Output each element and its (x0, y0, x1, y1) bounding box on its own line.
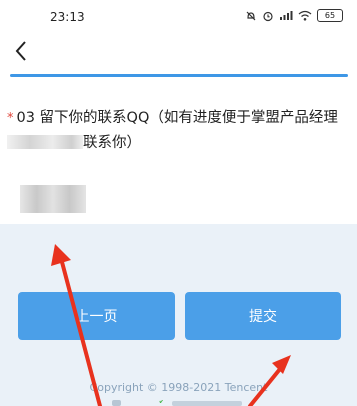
alarm-icon (263, 11, 273, 21)
question-text: * 03 留下你的联系QQ（如有进度便于掌盟产品经理联系你） (7, 106, 345, 155)
progress-accent-line (10, 74, 348, 77)
copyright-text: Copyright © 1998-2021 Tencent (89, 381, 268, 394)
signal-icon (280, 11, 293, 20)
footer-link (172, 401, 242, 406)
wifi-icon (298, 10, 312, 21)
question-text-after: 联系你） (83, 135, 141, 151)
status-icons: 65 (245, 9, 343, 22)
footer-partial: ✓ (0, 400, 357, 406)
submit-button[interactable]: 提交 (185, 292, 341, 340)
status-bar: 23:13 65 (0, 0, 357, 34)
back-button[interactable] (8, 36, 36, 66)
prev-page-button[interactable]: 上一页 (18, 292, 175, 340)
blurred-name-redaction (7, 135, 83, 149)
battery-icon: 65 (317, 9, 343, 22)
check-icon: ✓ (158, 400, 167, 406)
chevron-left-icon (15, 41, 26, 61)
alarm-off-icon (246, 11, 256, 20)
question-card: * 03 留下你的联系QQ（如有进度便于掌盟产品经理联系你） (0, 72, 357, 224)
nav-bar (0, 34, 357, 72)
status-time: 23:13 (50, 10, 85, 24)
required-mark: * (7, 111, 14, 126)
answer-input-blurred[interactable] (20, 185, 86, 213)
question-text-before: 03 留下你的联系QQ（如有进度便于掌盟产品经理 (16, 110, 338, 126)
footer-icon (112, 400, 121, 406)
